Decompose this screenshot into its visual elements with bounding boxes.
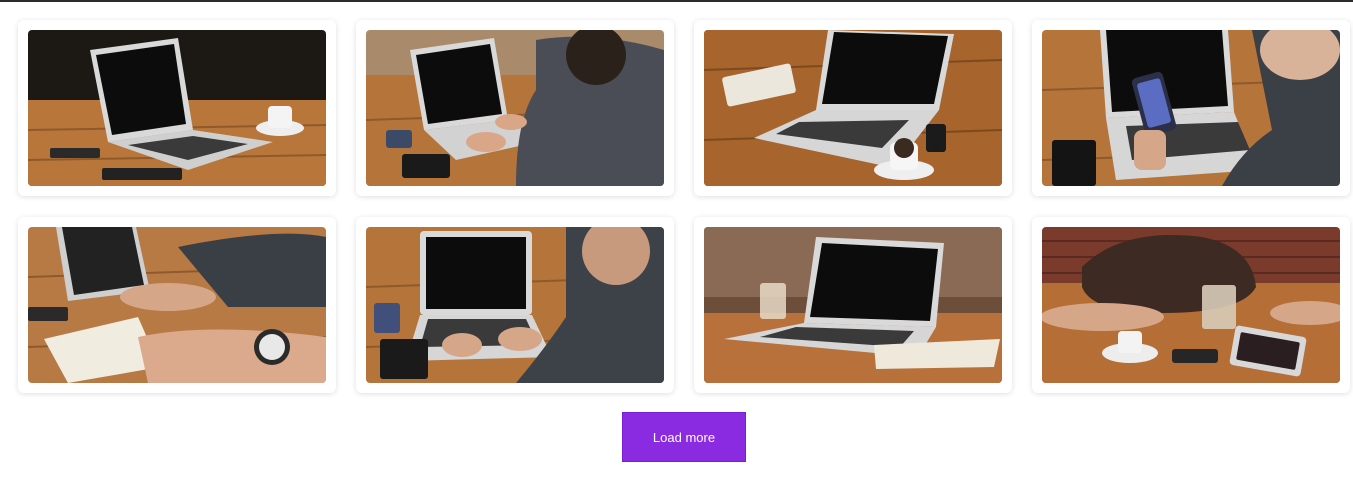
gallery-card[interactable] [18, 217, 336, 393]
gallery-card[interactable] [694, 217, 1012, 393]
photo-illustration [1042, 227, 1340, 383]
gallery-image-typing-front[interactable] [366, 227, 664, 383]
photo-illustration [28, 30, 326, 186]
gallery-image-phone-laptop[interactable] [1042, 30, 1340, 186]
load-more-button[interactable]: Load more [622, 412, 746, 462]
gallery-card[interactable] [356, 20, 674, 196]
gallery-card[interactable] [18, 20, 336, 196]
gallery-image-writing-notebook[interactable] [28, 227, 326, 383]
photo-illustration [366, 227, 664, 383]
photo-illustration [1042, 30, 1340, 186]
gallery-image-meeting-tablet[interactable] [1042, 227, 1340, 383]
gallery-image-person-typing[interactable] [366, 30, 664, 186]
photo-illustration [704, 227, 1002, 383]
gallery-card[interactable] [694, 20, 1012, 196]
gallery-card[interactable] [356, 217, 674, 393]
gallery-image-laptop-coffee[interactable] [28, 30, 326, 186]
gallery-image-laptop-notebook[interactable] [704, 30, 1002, 186]
photo-illustration [366, 30, 664, 186]
photo-illustration [28, 227, 326, 383]
photo-illustration [704, 30, 1002, 186]
gallery-image-laptop-water[interactable] [704, 227, 1002, 383]
top-divider [0, 0, 1353, 2]
gallery-card[interactable] [1032, 20, 1350, 196]
gallery-card[interactable] [1032, 217, 1350, 393]
